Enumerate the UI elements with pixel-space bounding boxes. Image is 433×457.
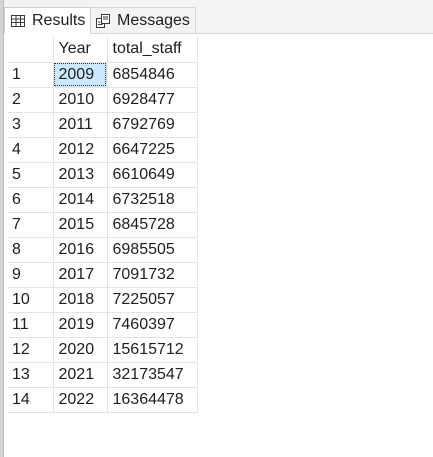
table-row[interactable]: 3 2011 6792769 [8,112,198,138]
total-staff-cell[interactable]: 6610649 [107,162,198,188]
results-grid: Year total_staff 1 2009 6854846 2 2010 692847… [8,37,198,413]
table-row[interactable]: 1 2009 6854846 [8,62,198,88]
table-row[interactable]: 14 2022 16364478 [8,387,198,413]
messages-icon [96,13,110,28]
row-number-cell[interactable]: 14 [8,387,54,413]
total-staff-cell[interactable]: 15615712 [107,337,198,363]
column-header-rownum[interactable] [8,37,54,63]
row-number-cell[interactable]: 8 [8,237,54,263]
total-staff-cell[interactable]: 6647225 [107,137,198,163]
table-row[interactable]: 13 2021 32173547 [8,362,198,388]
year-cell[interactable]: 2020 [53,337,108,363]
year-cell[interactable]: 2010 [53,87,108,113]
table-row[interactable]: 6 2014 6732518 [8,187,198,213]
total-staff-cell[interactable]: 6928477 [107,87,198,113]
total-staff-cell[interactable]: 6854846 [107,62,198,88]
year-cell[interactable]: 2015 [53,212,108,238]
row-number-cell[interactable]: 13 [8,362,54,388]
row-number-cell[interactable]: 11 [8,312,54,338]
year-cell[interactable]: 2021 [53,362,108,388]
tab-messages[interactable]: Messages [91,7,196,34]
total-staff-cell[interactable]: 32173547 [107,362,198,388]
total-staff-cell[interactable]: 6792769 [107,112,198,138]
tab-results-label: Results [32,11,86,29]
pane-border [0,0,4,457]
row-number-cell[interactable]: 5 [8,162,54,188]
row-number-cell[interactable]: 2 [8,87,54,113]
table-row[interactable]: 11 2019 7460397 [8,312,198,338]
total-staff-cell[interactable]: 7460397 [107,312,198,338]
table-row[interactable]: 8 2016 6985505 [8,237,198,263]
table-row[interactable]: 10 2018 7225057 [8,287,198,313]
total-staff-cell[interactable]: 16364478 [107,387,198,413]
tab-results[interactable]: Results [4,7,91,34]
total-staff-cell[interactable]: 7091732 [107,262,198,288]
results-pane: Results Messages Year total_staff 1 2009 6… [0,0,433,457]
row-number-cell[interactable]: 3 [8,112,54,138]
table-row[interactable]: 2 2010 6928477 [8,87,198,113]
year-cell[interactable]: 2012 [53,137,108,163]
tab-messages-label: Messages [117,11,190,29]
year-cell[interactable]: 2022 [53,387,108,413]
row-number-cell[interactable]: 12 [8,337,54,363]
column-header-year[interactable]: Year [53,37,108,63]
table-row[interactable]: 4 2012 6647225 [8,137,198,163]
year-cell[interactable]: 2019 [53,312,108,338]
total-staff-cell[interactable]: 6985505 [107,237,198,263]
year-cell[interactable]: 2009 [53,62,108,88]
table-row[interactable]: 5 2013 6610649 [8,162,198,188]
total-staff-cell[interactable]: 7225057 [107,287,198,313]
year-cell[interactable]: 2018 [53,287,108,313]
grid-body: 1 2009 6854846 2 2010 6928477 3 2011 6792769 4 201… [8,62,198,413]
row-number-cell[interactable]: 9 [8,262,54,288]
table-row[interactable]: 9 2017 7091732 [8,262,198,288]
year-cell[interactable]: 2011 [53,112,108,138]
year-cell[interactable]: 2014 [53,187,108,213]
row-number-cell[interactable]: 10 [8,287,54,313]
row-number-cell[interactable]: 7 [8,212,54,238]
year-cell[interactable]: 2016 [53,237,108,263]
grid-header-row: Year total_staff [8,37,198,63]
table-row[interactable]: 12 2020 15615712 [8,337,198,363]
grid-icon [11,14,25,27]
column-header-total-staff[interactable]: total_staff [107,37,198,63]
row-number-cell[interactable]: 6 [8,187,54,213]
total-staff-cell[interactable]: 6732518 [107,187,198,213]
table-row[interactable]: 7 2015 6845728 [8,212,198,238]
year-cell[interactable]: 2017 [53,262,108,288]
row-number-cell[interactable]: 1 [8,62,54,88]
total-staff-cell[interactable]: 6845728 [107,212,198,238]
row-number-cell[interactable]: 4 [8,137,54,163]
tab-strip: Results Messages [4,0,433,34]
year-cell[interactable]: 2013 [53,162,108,188]
